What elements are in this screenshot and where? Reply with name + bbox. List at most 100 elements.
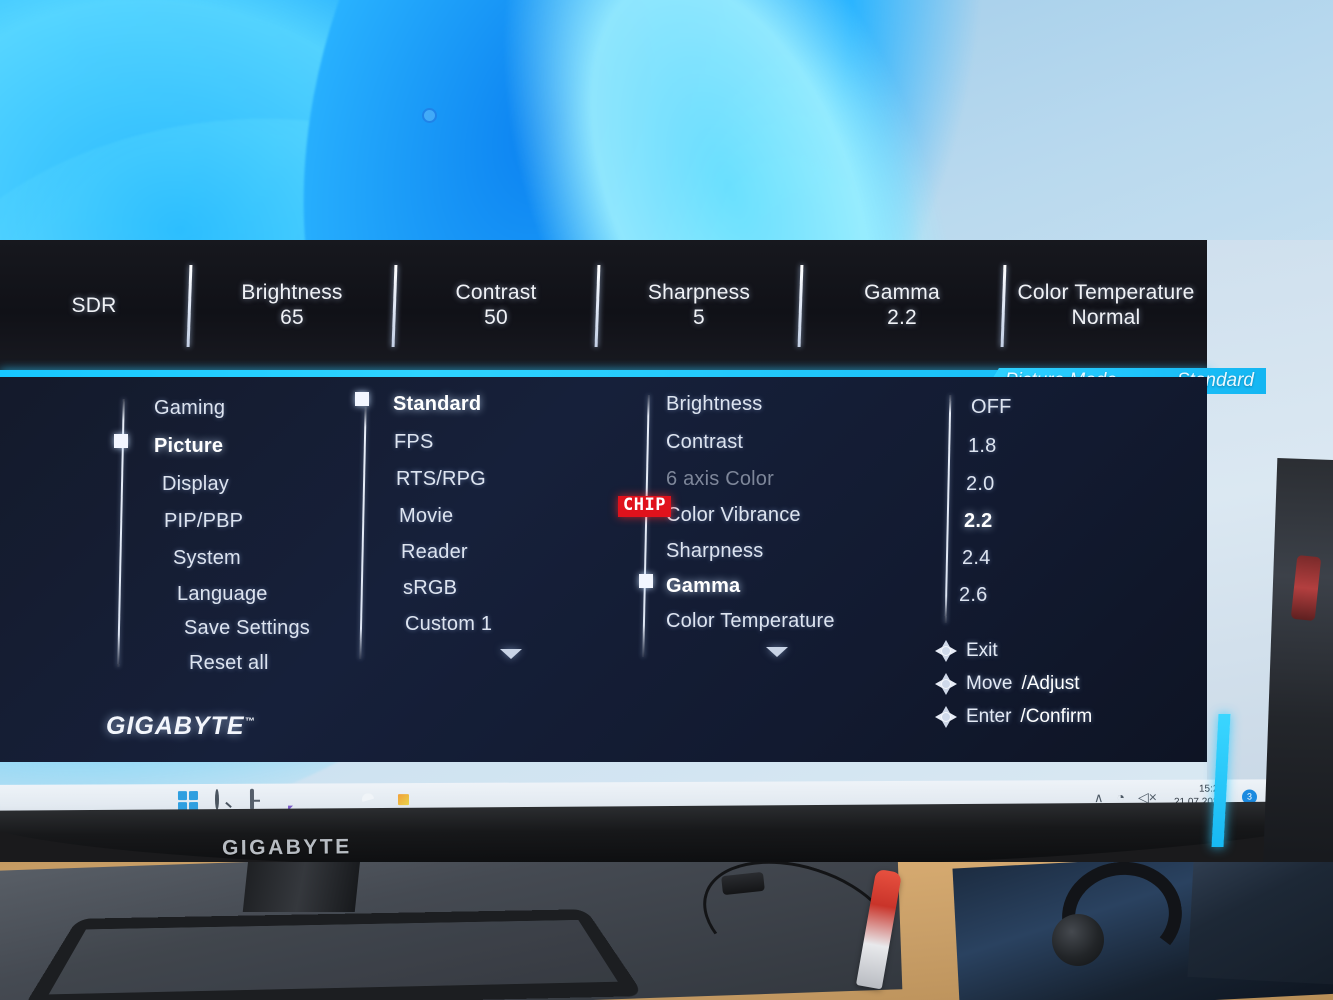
setting-item-6-axis-color[interactable]: 6 axis Color: [666, 468, 774, 491]
menu-item-save-settings[interactable]: Save Settings: [184, 617, 310, 640]
preset-item-reader[interactable]: Reader: [401, 541, 468, 564]
menu-item-label: Custom 1: [405, 613, 493, 635]
menu-item-reset-all[interactable]: Reset all: [189, 652, 269, 675]
menu-item-label: Reset all: [189, 652, 269, 674]
legend-row-enter[interactable]: Enter /Confirm: [935, 706, 1092, 728]
hdr-mode-label: SDR: [71, 293, 117, 317]
selection-marker-gamma: [639, 574, 653, 588]
menu-item-label: Language: [177, 583, 268, 605]
legend-action-label: Enter: [966, 706, 1012, 727]
menu-item-label: Movie: [399, 505, 454, 527]
status-gamma-value: 2.2: [887, 306, 917, 329]
menu-item-label: 2.6: [959, 584, 988, 606]
task-view-icon[interactable]: [249, 788, 270, 811]
desk-surface: [0, 862, 1333, 1000]
column-rail: [359, 407, 367, 659]
status-sharpness: Sharpness 5: [599, 240, 799, 372]
setting-item-color-temperature[interactable]: Color Temperature: [666, 610, 835, 633]
preset-item-movie[interactable]: Movie: [399, 505, 453, 528]
setting-item-color-vibrance[interactable]: Color Vibrance: [666, 504, 801, 527]
menu-item-pip-pbp[interactable]: PIP/PBP: [164, 510, 243, 533]
preset-item-custom-1[interactable]: Custom 1: [405, 613, 492, 636]
osd-column-main: Gaming Picture Display PIP/PBP System La…: [112, 377, 362, 762]
gamma-value-1-8[interactable]: 1.8: [968, 435, 996, 458]
menu-item-label: Display: [162, 473, 229, 495]
secondary-monitor: [1187, 862, 1333, 987]
legend-row-exit[interactable]: Exit: [935, 640, 1092, 662]
menu-item-label: sRGB: [403, 577, 458, 599]
menu-item-label: 6 axis Color: [666, 468, 774, 490]
menu-item-label: Picture: [154, 435, 224, 457]
legend-action-label: Move: [966, 673, 1013, 694]
menu-item-label: Reader: [401, 541, 468, 563]
setting-item-brightness[interactable]: Brightness: [666, 393, 763, 416]
joystick-icon: [935, 673, 957, 695]
menu-item-label: 2.0: [966, 473, 995, 495]
menu-item-label: OFF: [971, 396, 1012, 418]
chevron-down-icon-settings[interactable]: [766, 647, 788, 657]
setting-item-contrast[interactable]: Contrast: [666, 431, 743, 454]
setting-item-gamma[interactable]: Gamma: [666, 575, 740, 598]
status-gamma-label: Gamma: [864, 281, 940, 305]
status-color-temp-label: Color Temperature: [1017, 281, 1195, 305]
status-hdr-mode: SDR: [0, 240, 188, 372]
gamma-value-off[interactable]: OFF: [971, 396, 1012, 419]
menu-item-label: FPS: [394, 431, 434, 453]
status-gamma: Gamma 2.2: [802, 240, 1002, 372]
legend-action-label: Exit: [966, 640, 998, 661]
menu-item-label: Gamma: [666, 575, 741, 597]
osd-gigabyte-logo: GIGABYTE™: [106, 712, 256, 741]
menu-item-gaming[interactable]: Gaming: [154, 397, 225, 420]
chevron-down-icon-presets[interactable]: [500, 649, 522, 659]
status-contrast-label: Contrast: [455, 281, 537, 305]
start-icon[interactable]: [177, 791, 199, 812]
menu-item-picture[interactable]: Picture: [154, 435, 223, 458]
menu-item-label: Brightness: [666, 393, 763, 415]
joystick-icon: [935, 706, 957, 728]
photo-scene: SDR Brightness 65 Contrast 50 Sharpness …: [0, 0, 1333, 1000]
menu-item-label: 2.4: [962, 547, 991, 569]
status-color-temperature: Color Temperature Normal: [1005, 240, 1207, 372]
menu-item-label: Standard: [393, 393, 482, 415]
column-rail: [642, 395, 650, 657]
menu-item-label: 2.2: [964, 510, 993, 532]
menu-item-label: Contrast: [666, 431, 744, 453]
menu-item-system[interactable]: System: [173, 547, 241, 570]
preset-item-srgb[interactable]: sRGB: [403, 577, 457, 600]
status-brightness-value: 65: [280, 306, 304, 329]
menu-item-label: System: [173, 547, 241, 569]
legend-modifier-label: /Confirm: [1020, 706, 1093, 727]
gamma-value-2-6[interactable]: 2.6: [959, 584, 987, 607]
status-contrast-value: 50: [484, 306, 508, 329]
osd-logo-text: GIGABYTE: [106, 712, 245, 740]
menu-item-label: Sharpness: [666, 540, 764, 562]
preset-item-standard[interactable]: Standard: [393, 393, 481, 416]
gamma-value-2-4[interactable]: 2.4: [962, 547, 990, 570]
menu-item-label: PIP/PBP: [164, 510, 244, 532]
menu-item-label: Color Temperature: [666, 610, 835, 632]
chip-watermark: CHIP: [618, 496, 671, 517]
preset-item-rts-rpg[interactable]: RTS/RPG: [396, 468, 486, 491]
status-sharpness-value: 5: [693, 306, 705, 329]
osd-column-settings: Brightness Contrast 6 axis Color Color V…: [620, 377, 920, 762]
tray-expand-chevron-icon[interactable]: ∧: [1094, 790, 1104, 805]
menu-item-label: RTS/RPG: [396, 468, 486, 490]
status-color-temp-value: Normal: [1071, 306, 1141, 329]
trademark-symbol: ™: [244, 716, 256, 728]
search-icon[interactable]: [214, 788, 234, 811]
joystick-icon: [935, 640, 957, 662]
selection-marker-picture: [114, 434, 128, 448]
monitor-stand-base: [21, 909, 645, 1000]
menu-item-label: Color Vibrance: [666, 504, 801, 526]
legend-row-move[interactable]: Move /Adjust: [935, 673, 1092, 695]
menu-item-display[interactable]: Display: [162, 473, 229, 496]
menu-item-language[interactable]: Language: [177, 583, 268, 606]
osd-help-legend: Exit Move /Adjust Enter /Confirm: [935, 640, 1092, 728]
legend-modifier-label: /Adjust: [1021, 673, 1080, 694]
setting-item-sharpness[interactable]: Sharpness: [666, 540, 763, 563]
preset-item-fps[interactable]: FPS: [394, 431, 434, 454]
selection-marker-standard: [355, 392, 369, 406]
gamma-value-2-2[interactable]: 2.2: [964, 510, 992, 533]
headphone-earcup: [1052, 914, 1104, 966]
gamma-value-2-0[interactable]: 2.0: [966, 473, 994, 496]
